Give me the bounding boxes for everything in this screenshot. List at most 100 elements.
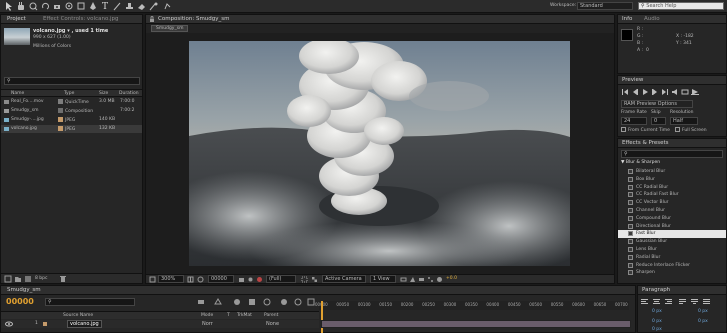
transparency-grid-icon[interactable] [311,276,318,283]
loop-icon[interactable] [681,88,689,96]
new-folder-icon[interactable] [14,275,22,283]
bit-depth-button[interactable]: 8 bpc [35,276,47,281]
skip-select[interactable]: 0 [651,117,666,125]
effect-item[interactable]: CC Vector Blur [618,199,726,207]
frame-blending-icon[interactable] [248,298,256,306]
column-parent[interactable]: Parent [264,313,278,318]
flowchart-icon[interactable] [427,276,434,283]
puppet-tool-icon[interactable] [163,2,172,11]
column-t[interactable]: T [227,313,230,318]
tab-effect-controls[interactable]: Effect Controls: volcano.jpg [43,16,118,22]
brainstorm-icon[interactable] [280,298,288,306]
hand-tool-icon[interactable] [17,2,25,11]
hide-shy-layers-icon[interactable] [233,298,241,306]
composition-viewer-image[interactable] [189,41,570,266]
effect-item[interactable]: CC Radial Blur [618,184,726,192]
current-time-indicator[interactable] [321,301,323,333]
project-search-input[interactable]: ⚲ [4,77,140,85]
fast-previews-icon[interactable] [409,276,416,283]
effect-item[interactable]: Channel Blur [618,207,726,215]
pen-tool-icon[interactable] [89,2,98,11]
3d-view-select[interactable]: Active Camera [322,275,366,283]
channel-icon[interactable] [256,276,263,283]
snapshot-icon[interactable] [238,276,245,283]
effect-item[interactable]: CC Radial Fast Blur [618,191,726,199]
motion-blur-icon[interactable] [263,298,271,306]
trash-icon[interactable] [59,275,67,283]
view-layout-select[interactable]: 1 View [370,275,396,283]
rotate-tool-icon[interactable] [41,2,50,11]
first-line-indent-field[interactable]: 0 px [652,319,662,324]
column-source-name[interactable]: Source Name [63,313,93,318]
label-color-swatch[interactable] [58,117,63,122]
timeline-search-input[interactable]: ⚲ [45,298,135,306]
comp-mini-flowchart-icon[interactable] [197,298,205,306]
region-of-interest-icon[interactable] [301,276,308,283]
effect-item[interactable]: Radial Blur [618,254,726,262]
column-mode[interactable]: Mode [201,313,213,318]
project-item[interactable]: Real_Fo....mov QuickTime 3.0 MB 7:00:0 [1,98,142,106]
eraser-tool-icon[interactable] [137,2,146,11]
label-color-swatch[interactable] [58,108,63,113]
column-type[interactable]: Type [64,91,74,96]
interpret-footage-icon[interactable] [4,275,12,283]
effects-search-input[interactable]: ⚲ [621,150,723,158]
effects-category[interactable]: ▼ Blur & Sharpen [621,160,660,165]
label-color-swatch[interactable] [58,99,63,104]
type-tool-icon[interactable]: T [101,1,110,11]
current-time-field[interactable]: 00000 [208,275,234,283]
effect-item[interactable]: Box Blur [618,176,726,184]
magnification-select[interactable]: 300% [158,275,184,283]
layer-duration-bar[interactable] [321,320,631,328]
last-frame-icon[interactable] [661,88,669,96]
label-color-swatch[interactable] [58,126,63,131]
column-size[interactable]: Size [99,91,108,96]
effect-item[interactable]: Lens Blur [618,246,726,254]
timeline-icon[interactable] [418,276,425,283]
search-help-input[interactable]: ⚲ Search Help [638,2,724,10]
ram-preview-options-select[interactable]: RAM Preview Options [621,100,693,108]
space-before-field[interactable]: 0 px [698,319,708,324]
effect-item[interactable]: Gaussian Blur [618,238,726,246]
ram-preview-icon[interactable] [691,88,699,96]
brush-tool-icon[interactable] [113,2,122,11]
show-snapshot-icon[interactable] [247,276,254,283]
frame-rate-select[interactable]: 24 [621,117,647,125]
column-duration[interactable]: Duration [119,91,139,96]
layer-mode-select[interactable]: Norr [199,320,223,328]
graph-editor-icon[interactable] [307,298,315,306]
timeline-timecode[interactable]: 00000 [6,297,34,306]
align-right-icon[interactable] [665,298,673,306]
tab-info[interactable]: Info [622,16,632,22]
tab-timeline-comp[interactable]: Smudgy_sm [7,287,41,293]
column-trkmat[interactable]: TrkMat [237,313,252,318]
previous-frame-icon[interactable] [631,88,639,96]
effect-item[interactable]: Fast Blur [618,230,726,238]
lock-icon[interactable] [149,16,155,23]
indent-right-field[interactable]: 0 px [698,309,708,314]
pan-behind-tool-icon[interactable] [65,2,74,11]
align-left-icon[interactable] [641,298,649,306]
space-after-field[interactable]: 0 px [652,327,662,332]
tab-preview[interactable]: Preview [622,77,643,83]
project-item[interactable]: volcano.jpg JPEG 132 KB [1,125,142,133]
new-composition-icon[interactable] [24,275,32,283]
justify-all-icon[interactable] [703,298,711,306]
layer-parent-select[interactable]: None [263,320,293,328]
align-center-icon[interactable] [653,298,661,306]
column-name[interactable]: Name [11,91,24,96]
tab-audio[interactable]: Audio [644,16,660,22]
effect-item[interactable]: Compound Blur [618,215,726,223]
resolution-select[interactable]: Half [670,117,698,125]
first-frame-icon[interactable] [621,88,629,96]
play-icon[interactable] [641,88,649,96]
indent-left-field[interactable]: 0 px [652,309,662,314]
full-screen-checkbox[interactable]: Full Screen [675,127,707,133]
tab-project[interactable]: Project [7,16,26,22]
composition-subtab[interactable]: Smudgy_sm [151,25,189,32]
justify-center-icon[interactable] [691,298,699,306]
reset-exposure-icon[interactable] [436,276,443,283]
workspace-select[interactable]: Standard [577,2,633,10]
layer-name[interactable]: volcano.jpg [67,320,102,328]
resolution-select[interactable]: (Full) [266,275,296,283]
